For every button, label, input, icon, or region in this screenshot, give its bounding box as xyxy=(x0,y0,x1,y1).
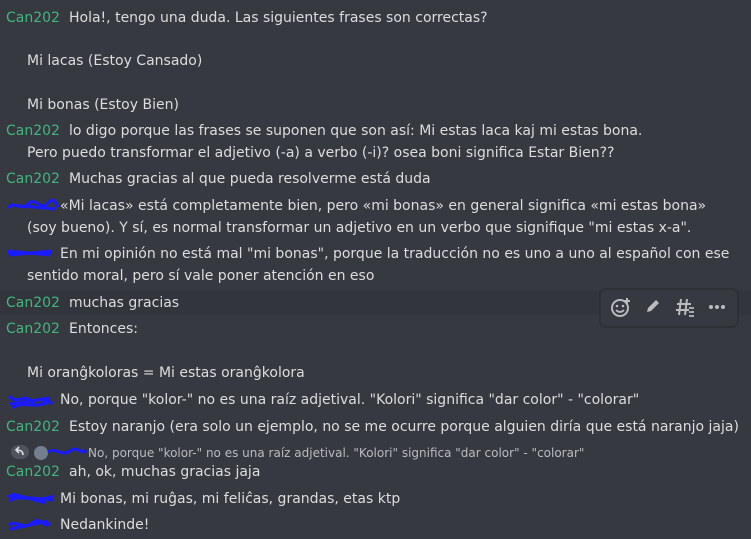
message-author[interactable]: Can202 xyxy=(6,294,60,312)
message-text: Mi oranĝkoloras = Mi estas oranĝkolora xyxy=(27,365,305,381)
message-toolbar xyxy=(600,289,738,327)
message-text: ah, ok, muchas gracias jaja xyxy=(69,464,261,480)
message-text: Mi bonas (Estoy Bien) xyxy=(27,97,179,113)
message-text: Entonces: xyxy=(69,321,138,337)
pencil-icon[interactable] xyxy=(641,296,665,320)
message-text: Nedankinde! xyxy=(60,517,150,533)
reply-arrow-icon xyxy=(11,445,29,459)
message-text: lo digo porque las frases se suponen que… xyxy=(69,123,643,139)
message-text: Mi bonas, mi ruĝas, mi feliĉas, grandas,… xyxy=(60,491,401,507)
message-author[interactable]: Can202 xyxy=(6,320,60,338)
message-author[interactable]: Can202 xyxy=(6,418,60,436)
message-text: Mi lacas (Estoy Cansado) xyxy=(27,53,203,69)
message-text: En mi opinión no está mal "mi bonas", po… xyxy=(60,246,730,262)
redacted-author-scribble xyxy=(6,490,56,505)
message-text: Pero puedo transformar el adjetivo (-a) … xyxy=(27,145,615,161)
message-author[interactable]: Can202 xyxy=(6,463,60,481)
message-text: (soy bueno). Y sí, es normal transformar… xyxy=(27,220,692,236)
message-text: muchas gracias xyxy=(69,295,180,311)
thread-icon[interactable] xyxy=(673,296,697,320)
message-text: Muchas gracias al que pueda resolverme e… xyxy=(69,171,431,187)
message-text: Hola!, tengo una duda. Las siguientes fr… xyxy=(69,10,488,26)
redacted-author-scribble xyxy=(46,446,88,460)
message-author[interactable]: Can202 xyxy=(6,9,60,27)
redacted-author-scribble xyxy=(6,246,54,260)
redacted-author-scribble xyxy=(6,198,60,212)
redacted-author-scribble xyxy=(6,392,54,410)
message-author[interactable]: Can202 xyxy=(6,122,60,140)
emoji-add-icon[interactable] xyxy=(609,296,633,320)
message-text: Estoy naranjo (era solo un ejemplo, no s… xyxy=(69,419,739,435)
message-author[interactable]: Can202 xyxy=(6,170,60,188)
more-icon[interactable] xyxy=(705,296,729,320)
reply-preview-text[interactable]: No, porque "kolor-" no es una raíz adjet… xyxy=(88,444,584,462)
message-text: No, porque "kolor-" no es una raíz adjet… xyxy=(60,392,640,408)
message-text: «Mi lacas» está completamente bien, pero… xyxy=(60,198,707,214)
message-text: sentido moral, pero sí vale poner atenci… xyxy=(27,268,375,284)
redacted-author-scribble xyxy=(6,517,52,531)
